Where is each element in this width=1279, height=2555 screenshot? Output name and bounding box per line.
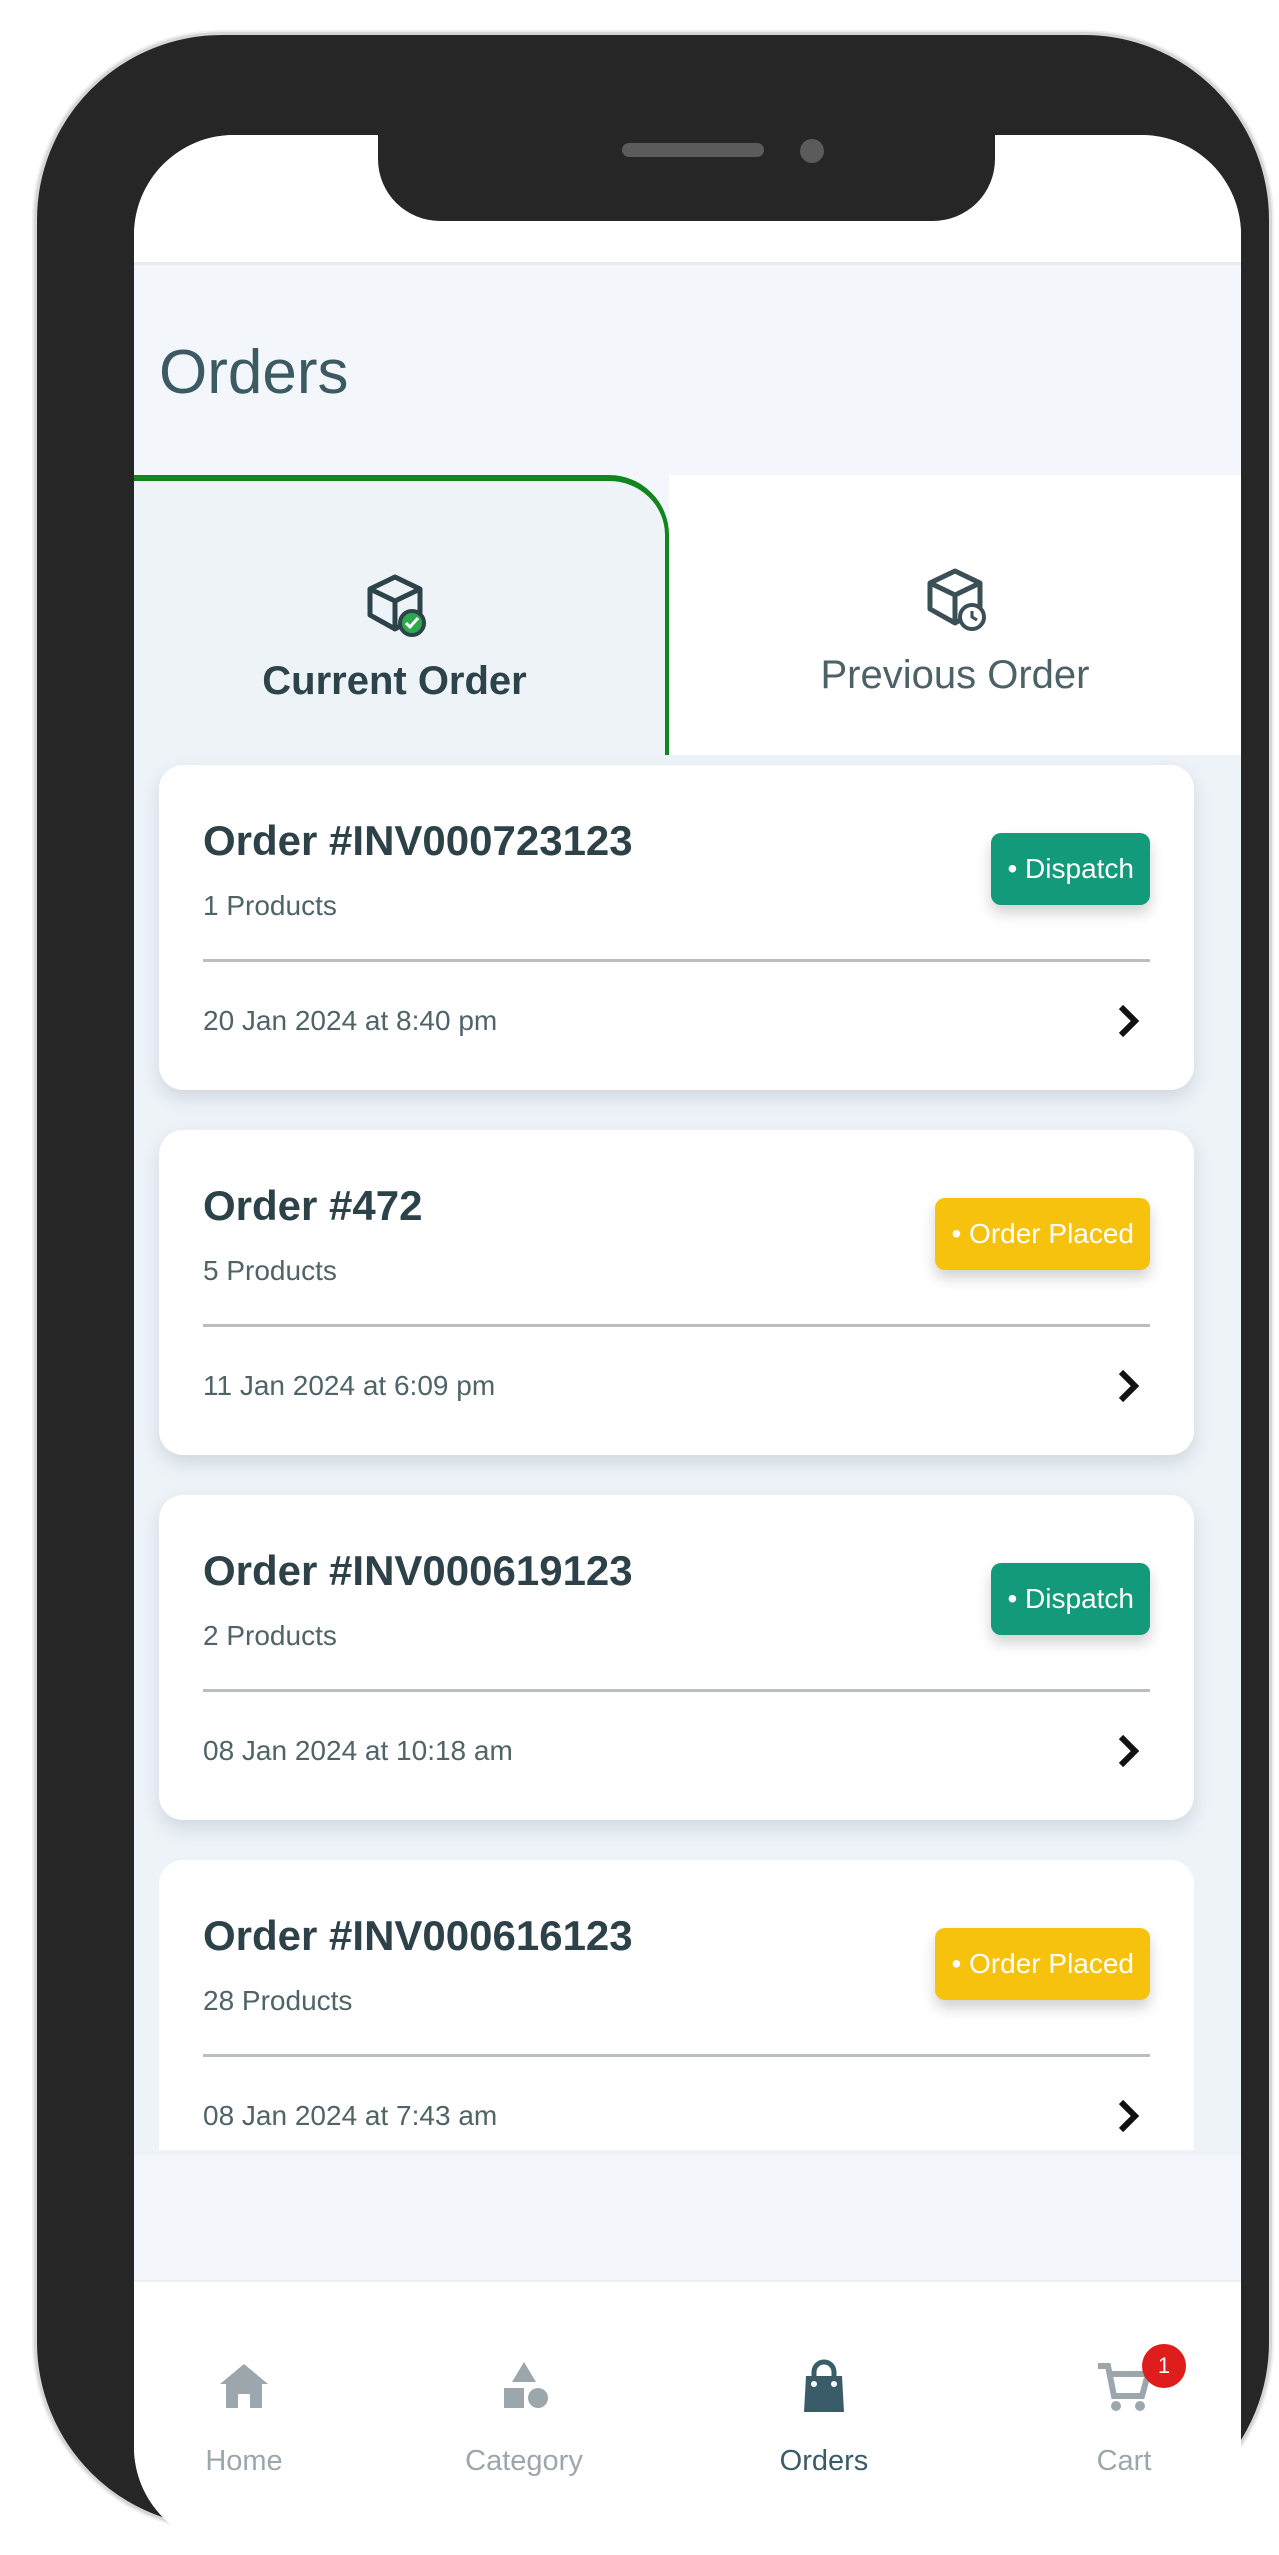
phone-notch [378,67,995,221]
order-date: 08 Jan 2024 at 7:43 am [203,2100,498,2131]
chevron-right-icon[interactable] [1114,1731,1142,1771]
tab-previous-order[interactable]: Previous Order [669,475,1241,795]
status-badge: • Order Placed [935,1928,1150,2000]
camera [800,139,824,163]
order-card[interactable]: Order #INV000619123 2 Products • Dispatc… [159,1495,1194,1820]
order-product-count: 2 Products [203,1620,337,1651]
order-date: 08 Jan 2024 at 10:18 am [203,1735,513,1766]
nav-orders[interactable]: Orders [714,2320,934,2480]
divider [203,959,1150,962]
box-clock-icon [927,568,986,631]
order-title: Order #INV000616123 [203,1912,633,1959]
status-badge: • Dispatch [991,1563,1150,1635]
nav-category-label: Category [465,2445,583,2477]
order-title: Order #472 [203,1182,423,1229]
tab-current-order-label: Current Order [262,659,527,703]
chevron-right-icon[interactable] [1114,2096,1142,2136]
order-tabs: Current Order Previous Order [134,475,1241,795]
cart-count-badge: 1 [1142,2344,1186,2388]
order-product-count: 1 Products [203,890,337,921]
divider [203,1689,1150,1692]
speaker [622,143,764,157]
order-date: 20 Jan 2024 at 8:40 pm [203,1005,498,1036]
category-icon [504,2362,548,2408]
phone-frame: Orders Current Order Previous Order Orde… [34,32,1272,2547]
tab-previous-order-label: Previous Order [820,653,1090,697]
box-check-icon [367,574,426,637]
chevron-right-icon[interactable] [1114,1001,1142,1041]
order-product-count: 5 Products [203,1255,337,1286]
status-badge: • Dispatch [991,833,1150,905]
order-card[interactable]: Order #472 5 Products • Order Placed 11 … [159,1130,1194,1455]
shopping-bag-icon [804,2359,844,2412]
order-card[interactable]: Order #INV000723123 1 Products • Dispatc… [159,765,1194,1090]
app-screen: Orders Current Order Previous Order Orde… [134,135,1241,2547]
nav-cart-label: Cart [1096,2445,1152,2477]
order-title: Order #INV000619123 [203,1547,633,1594]
order-card[interactable]: Order #INV000616123 28 Products • Order … [159,1860,1194,2150]
page-title: Orders [159,338,349,407]
nav-home[interactable]: Home [134,2320,354,2480]
order-product-count: 28 Products [203,1985,353,2016]
nav-cart[interactable]: 1 Cart [1014,2320,1234,2480]
nav-home-label: Home [205,2445,283,2477]
stage: Orders Current Order Previous Order Orde… [0,0,1279,2555]
tab-current-order[interactable]: Current Order [134,475,669,795]
order-title: Order #INV000723123 [203,817,633,864]
divider [203,2054,1150,2057]
order-list: Order #INV000723123 1 Products • Dispatc… [134,755,1241,2155]
order-date: 11 Jan 2024 at 6:09 pm [203,1370,496,1401]
divider [203,1324,1150,1327]
nav-orders-label: Orders [779,2445,869,2477]
home-icon [220,2364,268,2408]
bottom-navigation: Home Category Orders 1 Cart [134,2280,1241,2547]
nav-category[interactable]: Category [414,2320,634,2480]
status-badge: • Order Placed [935,1198,1150,1270]
chevron-right-icon[interactable] [1114,1366,1142,1406]
